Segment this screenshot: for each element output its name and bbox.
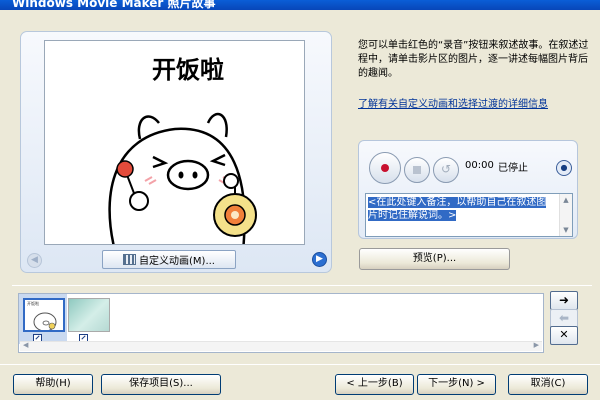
- notes-text-wrapper: <在此处键入备注，以帮助自己在叙述图片时记住解说词。>: [368, 196, 554, 222]
- chevron-left-icon: ◀: [31, 255, 38, 265]
- custom-animation-label: 自定义动画(M)...: [139, 256, 215, 267]
- notes-placeholder: <在此处键入备注，以帮助自己在叙述图片时记住解说词。>: [368, 197, 547, 221]
- title-bar: Windows Movie Maker 照片故事: [0, 0, 600, 10]
- scroll-down-icon[interactable]: ▼: [560, 226, 572, 234]
- preview-button[interactable]: 预览(P)...: [359, 248, 510, 270]
- help-link[interactable]: 了解有关自定义动画和选择过渡的详细信息: [358, 95, 548, 110]
- filmstrip[interactable]: 开饭啦 ◀ ▶: [18, 293, 544, 353]
- footer-divider: [0, 364, 600, 365]
- instruction-text: 您可以单击红色的“录音”按钮来叙述故事。在叙述过程中，请单击影片区的图片，逐一讲…: [358, 40, 589, 79]
- narration-time: 00:00: [465, 160, 494, 171]
- window-title: Windows Movie Maker 照片故事: [12, 0, 216, 10]
- thumbnail-1[interactable]: 开饭啦: [23, 298, 65, 332]
- divider: [12, 285, 592, 286]
- save-project-button[interactable]: 保存项目(S)...: [101, 374, 221, 395]
- back-button[interactable]: < 上一步(B): [335, 374, 414, 395]
- scroll-left-icon[interactable]: ◀: [23, 341, 28, 349]
- record-button[interactable]: [369, 152, 401, 184]
- close-icon: ✕: [559, 328, 569, 341]
- filmstrip-scrollbar[interactable]: ◀ ▶: [20, 341, 542, 351]
- remove-picture-button[interactable]: ✕: [550, 326, 578, 345]
- narration-status: 已停止: [498, 163, 528, 174]
- move-right-button[interactable]: ➜: [550, 291, 578, 310]
- help-button[interactable]: 帮助(H): [13, 374, 93, 395]
- film-icon: [123, 254, 137, 265]
- scroll-up-icon[interactable]: ▲: [560, 196, 572, 204]
- microphone-icon[interactable]: ●: [556, 160, 572, 176]
- arrow-right-icon: ➜: [558, 293, 570, 307]
- cancel-button[interactable]: 取消(C): [508, 374, 588, 395]
- scroll-right-icon[interactable]: ▶: [534, 341, 539, 349]
- custom-animation-button[interactable]: 自定义动画(M)...: [102, 250, 236, 269]
- notes-scrollbar[interactable]: ▲ ▼: [559, 194, 572, 236]
- undo-icon: ↺: [440, 162, 452, 176]
- arrow-left-icon: ⬅: [558, 311, 570, 325]
- image-caption-text: 开饭啦: [152, 56, 224, 84]
- reset-narration-button[interactable]: ↺: [433, 157, 459, 183]
- previous-picture-button[interactable]: ◀: [27, 253, 42, 268]
- chevron-right-icon: ▶: [316, 254, 323, 264]
- next-picture-button[interactable]: ▶: [312, 252, 327, 267]
- thumbnail-2[interactable]: [68, 298, 110, 332]
- thumbnail-1-caption: 开饭啦: [27, 301, 39, 306]
- notes-textarea[interactable]: <在此处键入备注，以帮助自己在叙述图片时记住解说词。> ▲ ▼: [365, 193, 573, 237]
- next-button[interactable]: 下一步(N) >: [417, 374, 496, 395]
- stop-button[interactable]: [404, 157, 430, 183]
- preview-image: 开饭啦: [44, 40, 305, 245]
